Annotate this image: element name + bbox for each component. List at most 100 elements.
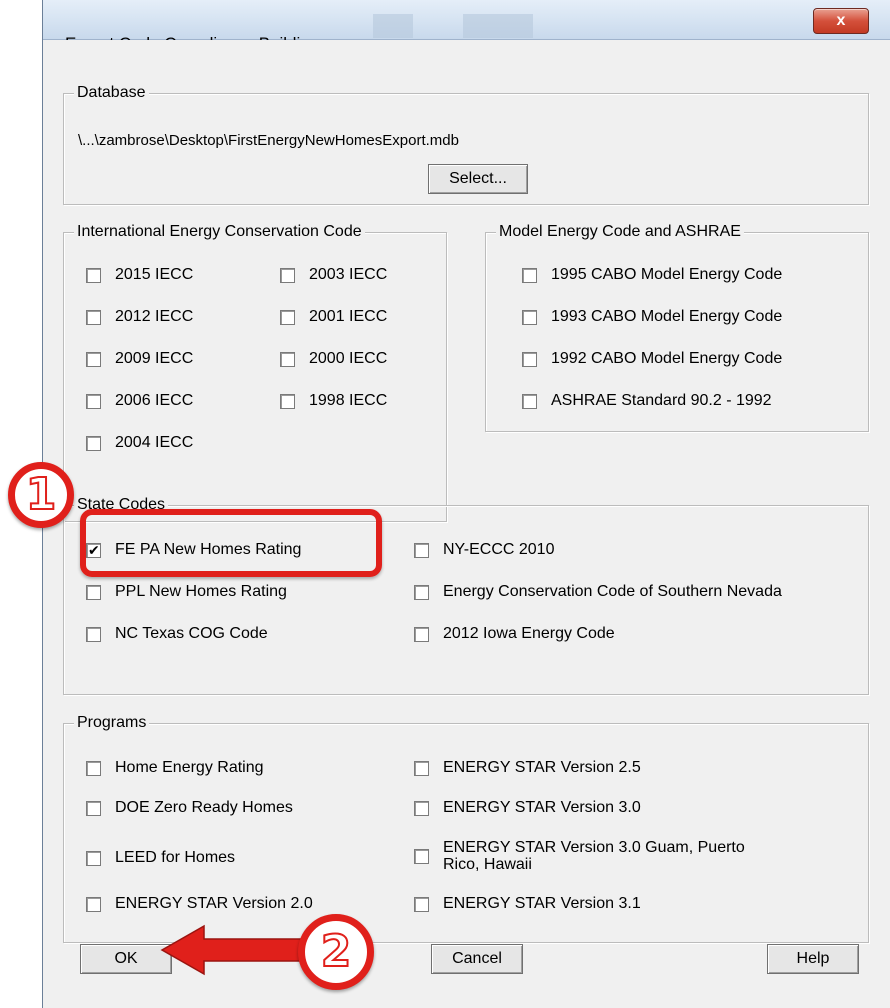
checkbox-label: 2000 IECC (309, 350, 388, 367)
close-button[interactable]: x (813, 8, 869, 34)
checkbox-box[interactable] (86, 850, 101, 866)
ok-button[interactable]: OK (80, 944, 172, 974)
checkbox-label: LEED for Homes (115, 849, 236, 866)
checkbox-2003-iecc[interactable]: 2003 IECC (280, 266, 387, 284)
checkbox-box[interactable] (280, 267, 295, 283)
checkbox-1998-iecc[interactable]: 1998 IECC (280, 392, 387, 410)
checkbox-energy-star-2-5[interactable]: ENERGY STAR Version 2.5 (414, 759, 641, 777)
checkbox-box[interactable] (280, 309, 295, 325)
checkbox-label: 2015 IECC (115, 266, 194, 283)
checkbox-2000-iecc[interactable]: 2000 IECC (280, 350, 387, 368)
checkbox-label: 1998 IECC (309, 392, 388, 409)
checkbox-box[interactable] (86, 309, 101, 325)
titlebar-glass-decoration (373, 14, 413, 38)
checkbox-label: 2001 IECC (309, 308, 388, 325)
checkbox-label: 1995 CABO Model Energy Code (551, 266, 783, 283)
checkbox-box[interactable] (522, 267, 537, 283)
step-2-number: 2 (320, 925, 353, 978)
checkbox-1995-cabo[interactable]: 1995 CABO Model Energy Code (522, 266, 782, 284)
checkbox-label: 1992 CABO Model Energy Code (551, 350, 783, 367)
checkbox-label: ENERGY STAR Version 2.0 (115, 895, 313, 912)
checkbox-box[interactable] (86, 584, 101, 600)
checkbox-box[interactable] (522, 309, 537, 325)
help-button[interactable]: Help (767, 944, 859, 974)
checkbox-2006-iecc[interactable]: 2006 IECC (86, 392, 193, 410)
checkbox-energy-star-3-0[interactable]: ENERGY STAR Version 3.0 (414, 799, 641, 817)
database-group-title: Database (74, 84, 149, 102)
checkbox-ashrae-90-2[interactable]: ASHRAE Standard 90.2 - 1992 (522, 392, 772, 410)
checkbox-ppl-new-homes[interactable]: PPL New Homes Rating (86, 583, 287, 601)
checkbox-box[interactable] (414, 896, 429, 912)
cancel-button[interactable]: Cancel (431, 944, 523, 974)
checkbox-label: Energy Conservation Code of Southern Nev… (443, 583, 782, 600)
checkbox-box[interactable] (522, 351, 537, 367)
checkbox-box[interactable] (414, 542, 429, 558)
checkbox-box[interactable] (414, 848, 429, 864)
checkbox-1992-cabo[interactable]: 1992 CABO Model Energy Code (522, 350, 782, 368)
checkbox-label: 2006 IECC (115, 392, 194, 409)
checkbox-box[interactable] (280, 393, 295, 409)
checkbox-energy-star-2-0[interactable]: ENERGY STAR Version 2.0 (86, 895, 313, 913)
checkbox-2009-iecc[interactable]: 2009 IECC (86, 350, 193, 368)
database-group: Database \...\zambrose\Desktop\FirstEner… (63, 84, 869, 205)
model-group-title: Model Energy Code and ASHRAE (496, 223, 744, 241)
checkbox-label: Home Energy Rating (115, 759, 264, 776)
checkbox-label: PPL New Homes Rating (115, 583, 287, 600)
model-energy-code-group: Model Energy Code and ASHRAE 1995 CABO M… (485, 223, 869, 432)
checkbox-2001-iecc[interactable]: 2001 IECC (280, 308, 387, 326)
checkbox-label: ENERGY STAR Version 2.5 (443, 759, 641, 776)
checkbox-doe-zero-ready[interactable]: DOE Zero Ready Homes (86, 799, 293, 817)
checkbox-box[interactable] (414, 760, 429, 776)
checkbox-box[interactable] (86, 626, 101, 642)
step-1-badge: 1 (8, 462, 74, 528)
checkbox-label: ASHRAE Standard 90.2 - 1992 (551, 392, 772, 409)
checkbox-label: NC Texas COG Code (115, 625, 268, 642)
checkbox-box[interactable] (86, 435, 101, 451)
checkbox-box[interactable] (86, 267, 101, 283)
checkbox-energy-star-3-0-guam[interactable]: ENERGY STAR Version 3.0 Guam, Puerto Ric… (414, 839, 774, 873)
select-database-button[interactable]: Select... (428, 164, 528, 194)
checkbox-box[interactable] (86, 351, 101, 367)
highlight-box-fe-pa (80, 509, 382, 577)
checkbox-box[interactable] (86, 800, 101, 816)
checkbox-box[interactable] (280, 351, 295, 367)
checkbox-box[interactable] (86, 896, 101, 912)
checkbox-energy-star-3-1[interactable]: ENERGY STAR Version 3.1 (414, 895, 641, 913)
checkbox-2015-iecc[interactable]: 2015 IECC (86, 266, 193, 284)
step-2-badge: 2 (298, 914, 374, 990)
titlebar-glass-decoration (463, 14, 533, 38)
programs-group-title: Programs (74, 714, 150, 732)
iecc-group-title: International Energy Conservation Code (74, 223, 365, 241)
checkbox-box[interactable] (414, 626, 429, 642)
checkbox-label: ENERGY STAR Version 3.0 Guam, Puerto Ric… (443, 839, 745, 873)
checkbox-label: 2003 IECC (309, 266, 388, 283)
checkbox-nc-texas-cog[interactable]: NC Texas COG Code (86, 625, 268, 643)
checkbox-box[interactable] (414, 584, 429, 600)
iecc-group: International Energy Conservation Code 2… (63, 223, 447, 522)
checkbox-home-energy-rating[interactable]: Home Energy Rating (86, 759, 264, 777)
export-dialog: x Export Code Compliance Buildings Datab… (42, 0, 890, 1008)
checkbox-1993-cabo[interactable]: 1993 CABO Model Energy Code (522, 308, 782, 326)
step-1-number: 1 (25, 468, 58, 521)
checkbox-label: 2012 IECC (115, 308, 194, 325)
checkbox-label: 2004 IECC (115, 434, 194, 451)
checkbox-label: 1993 CABO Model Energy Code (551, 308, 783, 325)
checkbox-label: 2009 IECC (115, 350, 194, 367)
checkbox-box[interactable] (522, 393, 537, 409)
checkbox-label: ENERGY STAR Version 3.1 (443, 895, 641, 912)
checkbox-ny-eccc-2010[interactable]: NY-ECCC 2010 (414, 541, 554, 559)
checkbox-2004-iecc[interactable]: 2004 IECC (86, 434, 193, 452)
checkbox-label: ENERGY STAR Version 3.0 (443, 799, 641, 816)
checkbox-box[interactable] (414, 800, 429, 816)
checkbox-label: DOE Zero Ready Homes (115, 799, 293, 816)
checkbox-label: NY-ECCC 2010 (443, 541, 555, 558)
checkbox-box[interactable] (86, 760, 101, 776)
checkbox-2012-iecc[interactable]: 2012 IECC (86, 308, 193, 326)
checkbox-leed-for-homes[interactable]: LEED for Homes (86, 849, 235, 867)
checkbox-box[interactable] (86, 393, 101, 409)
checkbox-southern-nevada[interactable]: Energy Conservation Code of Southern Nev… (414, 583, 782, 601)
checkbox-iowa-2012[interactable]: 2012 Iowa Energy Code (414, 625, 615, 643)
programs-group: Programs Home Energy Rating DOE Zero Rea… (63, 714, 869, 943)
checkbox-label: 2012 Iowa Energy Code (443, 625, 615, 642)
database-path: \...\zambrose\Desktop\FirstEnergyNewHome… (78, 132, 459, 149)
